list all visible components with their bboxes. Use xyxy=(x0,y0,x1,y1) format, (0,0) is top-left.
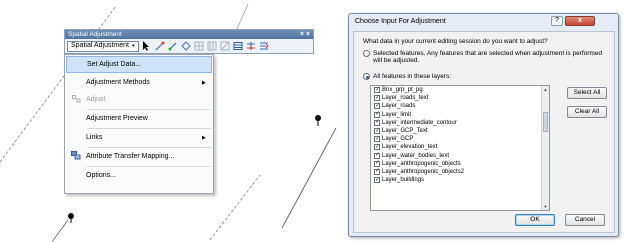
multi-displacement-link-icon[interactable] xyxy=(180,41,191,51)
layer-list-item[interactable]: Layer_elevation_text xyxy=(371,143,549,151)
layer-list-item[interactable]: Layer_roads xyxy=(371,102,549,110)
layer-name: Layer_GCP_Text xyxy=(382,128,428,135)
layer-list-scrollbar[interactable]: ▲ ▼ xyxy=(541,86,549,210)
layer-list-item[interactable]: Layer_water_bodies_text xyxy=(371,151,549,160)
menu-item-label: Links xyxy=(86,134,103,141)
close-icon[interactable]: × × xyxy=(300,30,310,39)
layer-name: Bnx_grp_pt_pg xyxy=(382,87,423,94)
radio-selected-features-label: Selected features. Any features that are… xyxy=(373,50,603,64)
layer-name: Layer_GCP xyxy=(382,136,414,143)
layer-list-item[interactable]: Layer_anthropogenic_objects xyxy=(371,159,549,168)
layer-name: Layer_buildings xyxy=(382,177,425,184)
layer-list: Bnx_grp_pt_pgLayer_roads_textLayer_roads… xyxy=(370,85,550,211)
dialog-body: What data in your current editing sessio… xyxy=(353,31,615,233)
close-button[interactable]: x xyxy=(565,16,595,26)
toolbar-title-bar[interactable]: Spatial Adjustment × × xyxy=(65,30,313,39)
dialog-question: What data in your current editing sessio… xyxy=(363,38,548,45)
layer-checkbox[interactable] xyxy=(374,159,380,167)
scroll-down-icon[interactable]: ▼ xyxy=(542,203,549,210)
layer-checkbox[interactable] xyxy=(374,135,380,143)
chevron-down-icon: ▾ xyxy=(131,43,135,49)
layer-list-item[interactable]: Layer_GCP xyxy=(371,135,549,143)
layer-checkbox[interactable] xyxy=(374,167,380,175)
select-all-button[interactable]: Select All xyxy=(567,87,607,99)
menu-item-attribute-transfer-mapping[interactable]: Attribute Transfer Mapping... xyxy=(66,148,212,165)
radio-all-features-label: All features in these layers: xyxy=(373,73,452,80)
layer-name: Layer_water_bodies_text xyxy=(382,152,450,159)
menu-item-label: Attribute Transfer Mapping... xyxy=(86,153,175,160)
ok-button[interactable]: OK xyxy=(515,214,555,226)
layer-name: Layer_roads xyxy=(382,103,416,110)
attribute-transfer-icon[interactable] xyxy=(259,41,269,51)
menu-item-label: Adjustment Methods xyxy=(86,79,150,86)
menu-item-label: Adjustment Preview xyxy=(86,115,148,122)
layer-list-item[interactable]: Layer_anthropogenic_objects2 xyxy=(371,167,549,176)
dialog-title: Choose Input For Adjustment xyxy=(355,18,446,25)
layer-checkbox[interactable] xyxy=(374,118,380,126)
feature-line xyxy=(209,174,261,241)
layer-checkbox[interactable] xyxy=(374,110,380,118)
choose-input-dialog: Choose Input For Adjustment ? x What dat… xyxy=(348,13,619,237)
layer-checkbox[interactable] xyxy=(374,176,380,184)
layer-list-item[interactable]: Layer_buildings xyxy=(371,176,549,184)
layer-name: Layer_roads_text xyxy=(382,95,429,102)
scroll-up-icon[interactable]: ▲ xyxy=(542,86,549,93)
layer-list-item[interactable]: Layer_intermediate_contour xyxy=(371,118,549,127)
layer-checkbox[interactable] xyxy=(374,143,380,151)
view-link-table-icon[interactable] xyxy=(233,41,243,51)
layer-checkbox[interactable] xyxy=(374,86,380,94)
menu-item-label: Options... xyxy=(86,172,116,179)
spatial-adjustment-dropdown[interactable]: Spatial Adjustment ▾ xyxy=(67,40,139,52)
displacement-link-marker[interactable] xyxy=(315,115,321,126)
adjust-icon xyxy=(66,94,86,105)
attribute-transfer-icon xyxy=(66,151,86,162)
layer-name: Layer_anthropogenic_objects xyxy=(382,160,461,167)
radio-selected-features-row[interactable]: Selected features. Any features that are… xyxy=(363,50,609,64)
menu-item-adjust[interactable]: Adjust xyxy=(66,91,212,108)
cancel-button[interactable]: Cancel xyxy=(565,214,605,226)
menu-item-adjustment-preview[interactable]: Adjustment Preview xyxy=(66,110,212,127)
feature-line xyxy=(281,127,337,229)
help-button[interactable]: ? xyxy=(551,16,563,26)
layer-name: Layer_elevation_text xyxy=(382,144,438,151)
submenu-arrow-icon: ▶ xyxy=(202,134,206,141)
clear-all-button[interactable]: Clear All xyxy=(567,106,607,118)
modify-link-icon[interactable] xyxy=(168,41,178,51)
layer-checkbox[interactable] xyxy=(374,94,380,102)
layer-checkbox[interactable] xyxy=(374,151,380,159)
layer-name: Layer_intermediate_contour xyxy=(382,119,457,126)
layer-name: Layer_limit xyxy=(382,111,412,118)
layer-checkbox[interactable] xyxy=(374,127,380,135)
edge-match-icon[interactable] xyxy=(246,41,256,51)
toolbar-title: Spatial Adjustment xyxy=(68,31,122,38)
menu-item-label: Set Adjust Data... xyxy=(87,61,142,68)
layer-list-item[interactable]: Bnx_grp_pt_pg xyxy=(371,86,549,94)
feature-line xyxy=(51,219,69,242)
menu-item-links[interactable]: Links ▶ xyxy=(66,129,212,146)
menu-item-adjustment-methods[interactable]: Adjustment Methods ▶ xyxy=(66,74,212,91)
dropdown-label: Spatial Adjustment xyxy=(71,42,129,49)
radio-all-features-row[interactable]: All features in these layers: xyxy=(363,73,451,80)
spatial-adjustment-toolbar: Spatial Adjustment × × Spatial Adjustmen… xyxy=(64,29,314,54)
layer-checkbox[interactable] xyxy=(374,102,380,110)
spatial-adjustment-menu: Set Adjust Data... Adjustment Methods ▶ … xyxy=(64,54,214,194)
multi-link-icon[interactable] xyxy=(220,41,230,51)
scroll-thumb[interactable] xyxy=(543,112,548,132)
layer-list-item[interactable]: Layer_roads_text xyxy=(371,94,549,102)
select-pointer-icon[interactable] xyxy=(142,41,152,51)
layer-list-item[interactable]: Layer_limit xyxy=(371,110,549,119)
menu-item-options[interactable]: Options... xyxy=(66,167,212,184)
layer-name: Layer_anthropogenic_objects2 xyxy=(382,168,465,175)
displacement-link-marker[interactable] xyxy=(68,213,74,223)
dialog-title-bar[interactable]: Choose Input For Adjustment ? x xyxy=(349,14,618,29)
radio-selected-features[interactable] xyxy=(363,50,370,57)
radio-all-features[interactable] xyxy=(363,73,370,80)
menu-item-label: Adjust xyxy=(86,96,106,103)
submenu-arrow-icon: ▶ xyxy=(202,79,206,86)
area-of-effect-icon[interactable] xyxy=(207,41,217,51)
identity-link-icon[interactable] xyxy=(194,41,204,51)
menu-item-set-adjust-data[interactable]: Set Adjust Data... xyxy=(66,56,212,73)
new-displacement-link-icon[interactable] xyxy=(155,41,165,51)
layer-list-item[interactable]: Layer_GCP_Text xyxy=(371,127,549,135)
